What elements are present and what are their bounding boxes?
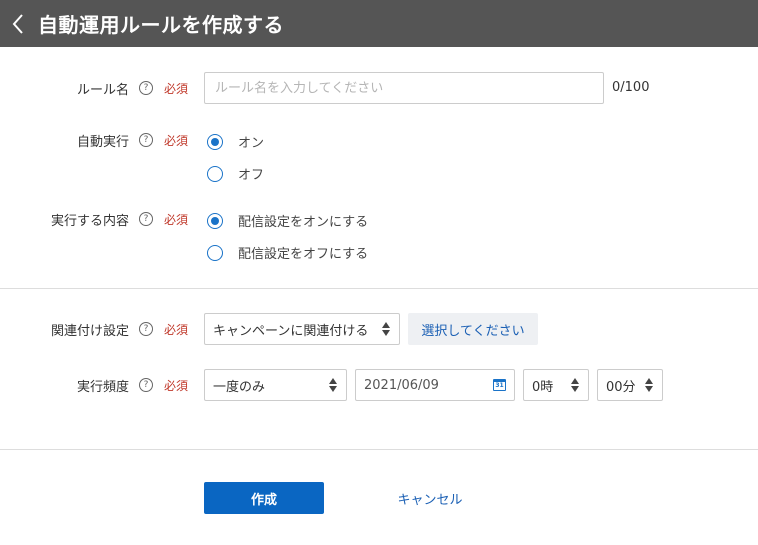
radio-label: 配信設定をオンにする <box>238 215 369 230</box>
help-icon[interactable]: ? <box>138 133 153 147</box>
required-badge: 必須 <box>163 81 188 96</box>
frequency-label: 実行頻度 <box>76 379 129 395</box>
page-header: 自動運用ルールを作成する <box>0 0 758 47</box>
choose-campaign-button[interactable]: 選択してください <box>408 313 538 345</box>
select-arrows-icon <box>382 321 391 337</box>
help-icon[interactable]: ? <box>138 378 153 392</box>
auto-execute-row: 自動実行 ? 必須 オン オフ <box>0 124 758 188</box>
hour-select[interactable]: 0時 <box>523 369 589 401</box>
auto-execute-label: 自動実行 <box>76 134 129 150</box>
date-picker[interactable]: 2021/06/09 31 <box>355 369 515 401</box>
action-row: 実行する内容 ? 必須 配信設定をオンにする 配信設定をオフにする <box>0 203 758 267</box>
action-on-option[interactable]: 配信設定をオンにする <box>207 211 368 230</box>
calendar-icon[interactable]: 31 <box>493 379 506 391</box>
rule-name-counter: 0/100 <box>612 80 650 95</box>
rule-name-label: ルール名 <box>76 82 129 98</box>
footer-divider <box>0 449 758 450</box>
association-select[interactable]: キャンペーンに関連付ける <box>204 313 400 345</box>
action-label-group: 実行する内容 ? 必須 <box>51 203 188 235</box>
action-off-option[interactable]: 配信設定をオフにする <box>207 243 368 262</box>
page-title: 自動運用ルールを作成する <box>38 13 284 37</box>
help-icon[interactable]: ? <box>138 212 153 226</box>
auto-execute-off-option[interactable]: オフ <box>207 164 264 183</box>
frequency-select[interactable]: 一度のみ <box>204 369 347 401</box>
help-icon[interactable]: ? <box>138 81 153 95</box>
back-button[interactable] <box>0 0 36 47</box>
hour-value: 0時 <box>532 379 554 395</box>
radio-label: 配信設定をオフにする <box>238 247 369 262</box>
radio-label: オン <box>238 136 265 151</box>
frequency-select-value: 一度のみ <box>213 379 266 395</box>
association-row: 関連付け設定 ? 必須 キャンペーンに関連付ける 選択してください <box>0 313 758 345</box>
select-arrows-icon <box>571 377 580 393</box>
required-badge: 必須 <box>163 212 188 227</box>
radio-label: オフ <box>238 168 265 183</box>
association-label: 関連付け設定 <box>50 323 129 339</box>
radio-unchecked[interactable] <box>207 244 223 261</box>
create-button[interactable]: 作成 <box>204 482 324 514</box>
cancel-button[interactable]: キャンセル <box>370 482 490 514</box>
rule-name-input[interactable] <box>204 72 604 104</box>
required-badge: 必須 <box>163 378 188 393</box>
minute-value: 00分 <box>606 379 636 395</box>
frequency-row: 実行頻度 ? 必須 一度のみ 2021/06/09 31 0時 00分 <box>0 369 758 401</box>
select-arrows-icon <box>329 377 338 393</box>
radio-checked[interactable] <box>207 212 223 229</box>
radio-unchecked[interactable] <box>207 165 223 182</box>
date-value: 2021/06/09 <box>364 377 439 393</box>
radio-checked[interactable] <box>207 133 223 150</box>
help-icon[interactable]: ? <box>138 322 153 336</box>
association-label-group: 関連付け設定 ? 必須 <box>51 313 188 345</box>
required-badge: 必須 <box>163 322 188 337</box>
auto-execute-on-option[interactable]: オン <box>207 132 264 151</box>
chevron-left-icon <box>12 13 23 34</box>
minute-select[interactable]: 00分 <box>597 369 663 401</box>
rule-name-label-group: ルール名 ? 必須 <box>77 72 188 104</box>
select-arrows-icon <box>645 377 654 393</box>
rule-name-row: ルール名 ? 必須 0/100 <box>0 72 758 104</box>
association-select-value: キャンペーンに関連付ける <box>213 323 369 339</box>
auto-execute-label-group: 自動実行 ? 必須 <box>77 124 188 156</box>
section-divider <box>0 288 758 289</box>
action-label: 実行する内容 <box>50 213 129 229</box>
required-badge: 必須 <box>163 133 188 148</box>
frequency-label-group: 実行頻度 ? 必須 <box>77 369 188 401</box>
